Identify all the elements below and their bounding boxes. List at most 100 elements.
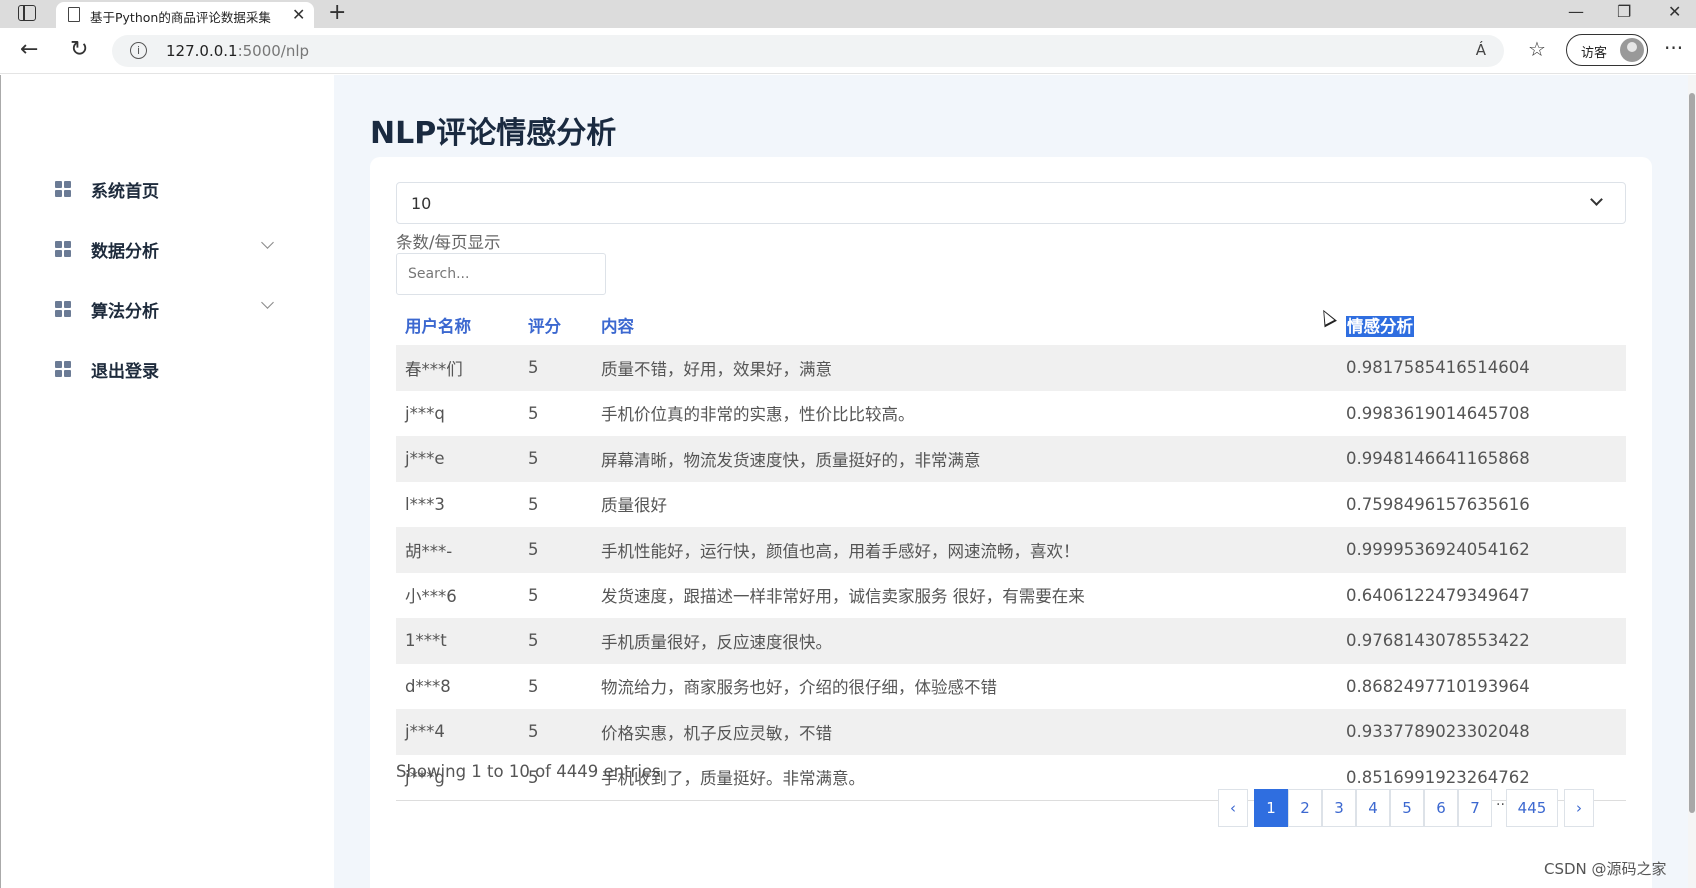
sentiment-cell: 0.9768143078553422 [1337,618,1626,664]
url-field[interactable]: i 127.0.0.1:5000/nlp Á [112,35,1504,67]
url-text: 127.0.0.1:5000/nlp [166,42,309,60]
sidebar-item-logout[interactable]: 退出登录 [55,355,285,383]
column-header-rating[interactable]: 评分 [519,305,592,345]
grid-icon [55,301,71,317]
back-icon[interactable]: ← [20,37,38,62]
content-cell: 质量不错，好用，效果好，满意 [592,345,1337,391]
content-cell: 手机质量很好，反应速度很快。 [592,618,1337,664]
content-cell: 质量很好 [601,496,667,516]
rating-cell: 5 [528,676,539,696]
username-cell: d***8 [405,676,451,696]
page-prev-button[interactable]: ‹ [1218,789,1248,827]
page-button-4[interactable]: 4 [1356,789,1390,827]
table-header-row: 用户名称 评分 内容 情感分析 [396,305,1626,345]
content-cell: 发货速度，跟描述一样非常好用，诚信卖家服务 很好，有需要在来 [601,587,1085,607]
sentiment-cell: 0.6406122479349647 [1346,585,1530,605]
username-cell: 1***t [396,618,519,664]
sentiment-cell: 0.8682497710193964 [1346,676,1530,696]
search-input[interactable] [396,253,606,295]
rating-cell: 5 [519,709,592,755]
column-header-sentiment-label: 情感分析 [1346,316,1414,337]
table-row: j***q 5 手机价位真的非常的实惠，性价比比较高。 0.9983619014645… [396,391,1626,437]
page-button-2[interactable]: 2 [1288,789,1322,827]
rating-cell: 5 [528,585,539,605]
username-cell: l***3 [405,494,445,514]
table-row: j***e 5 屏幕清晰，物流发货速度快，质量挺好的，非常满意 0.994814664… [396,436,1626,482]
page-size-label: 条数/每页显示 [396,233,501,252]
rating-cell: 5 [519,618,592,664]
sidebar-item-label: 数据分析 [91,242,159,262]
close-tab-icon[interactable]: ✕ [292,5,305,24]
table-row: j***4 5 价格实惠，机子反应灵敏，不错 0.9337789023302048 [396,709,1626,755]
chevron-down-icon [1590,193,1603,206]
table-card: 10 条数/每页显示 用户名称 评分 内容 情感分析 春***们5质量不错，好用… [370,157,1652,888]
rating-cell: 5 [519,345,592,391]
sentiment-cell: 0.9337789023302048 [1337,709,1626,755]
table-row: 1***t 5 手机质量很好，反应速度很快。 0.9768143078553422 [396,618,1626,664]
username-cell: 春***们 [396,345,519,391]
sidebar-item-data-analysis[interactable]: 数据分析 [55,235,285,263]
minimize-icon[interactable]: — [1568,2,1584,21]
app-sidebar: 系统首页 数据分析 算法分析 退出登录 [0,75,334,888]
rating-cell: 5 [519,527,592,573]
page-button-7[interactable]: 7 [1458,789,1492,827]
content-cell: 屏幕清晰，物流发货速度快，质量挺好的，非常满意 [592,436,1337,482]
new-tab-icon[interactable]: + [328,0,346,25]
reload-icon[interactable]: ↻ [70,37,88,62]
content-cell: 手机性能好，运行快，颜值也高，用着手感好，网速流畅，喜欢！ [592,527,1337,573]
column-header-username[interactable]: 用户名称 [396,305,519,345]
grid-icon [55,361,71,377]
window-close-icon[interactable]: ✕ [1668,2,1681,21]
content-cell: 价格实惠，机子反应灵敏，不错 [592,709,1337,755]
sentiment-cell: 0.9948146641165868 [1337,436,1626,482]
read-aloud-icon[interactable]: Á [1476,41,1486,59]
sentiment-cell: 0.9999536924054162 [1337,527,1626,573]
tab-title: 基于Python的商品评论数据采集 [90,10,271,25]
table-row: 小***6 5 发货速度，跟描述一样非常好用，诚信卖家服务 很好，有需要在来 0.64… [396,573,1626,619]
browser-tab[interactable]: 基于Python的商品评论数据采集 ✕ [56,2,314,28]
content-cell: 手机价位真的非常的实惠，性价比比较高。 [601,405,915,425]
restore-icon[interactable]: ❐ [1617,2,1631,21]
entries-info: Showing 1 to 10 of 4449 entries [396,762,661,781]
page-button-5[interactable]: 5 [1390,789,1424,827]
chevron-down-icon[interactable] [261,296,274,309]
page-button-1[interactable]: 1 [1254,789,1288,827]
sentiment-cell: 0.9817585416514604 [1337,345,1626,391]
column-header-content[interactable]: 内容 [592,305,1337,345]
watermark: CSDN @源码之家 [1544,860,1667,878]
avatar [1620,38,1644,62]
page-button-3[interactable]: 3 [1322,789,1356,827]
main-content: NLP评论情感分析 10 条数/每页显示 用户名称 评分 内容 情感分析 春**… [334,75,1696,888]
content-cell: 物流给力，商家服务也好，介绍的很仔细，体验感不错 [601,678,997,698]
table-row: 胡***- 5 手机性能好，运行快，颜值也高，用着手感好，网速流畅，喜欢！ 0.999… [396,527,1626,573]
page-size-select[interactable]: 10 [396,182,1626,224]
scrollbar-thumb[interactable] [1689,93,1695,813]
page-button-6[interactable]: 6 [1424,789,1458,827]
page-size-value: 10 [411,194,432,213]
column-header-sentiment[interactable]: 情感分析 [1337,305,1626,345]
page-icon [68,7,80,22]
scrollbar[interactable] [1688,75,1696,888]
profile-label: 访客 [1581,46,1608,61]
comments-table: 用户名称 评分 内容 情感分析 春***们 5 质量不错，好用，效果好，满意 0.98… [396,305,1626,801]
username-cell: 小***6 [405,587,457,607]
sidebar-item-label: 系统首页 [91,182,159,202]
page-next-button[interactable]: › [1564,789,1594,827]
profile-button[interactable]: 访客 [1566,34,1648,66]
sidebar-item-algorithm-analysis[interactable]: 算法分析 [55,295,285,323]
sidebar-toggle-icon[interactable] [18,5,36,21]
chevron-down-icon[interactable] [261,236,274,249]
rating-cell: 5 [528,403,539,423]
sidebar-item-label: 退出登录 [91,362,159,382]
favorites-icon[interactable]: ☆ [1528,37,1546,61]
sidebar-item-home[interactable]: 系统首页 [55,175,285,203]
username-cell: j***e [396,436,519,482]
table-row: l***3 5 质量很好 0.7598496157635616 [396,482,1626,528]
info-icon[interactable]: i [130,42,147,59]
page-button-last[interactable]: 445 [1506,789,1558,827]
browser-tab-bar: 基于Python的商品评论数据采集 ✕ + — ❐ ✕ [0,0,1696,28]
rating-cell: 5 [528,494,539,514]
grid-icon [55,241,71,257]
more-options-icon[interactable]: ··· [1664,36,1683,60]
username-cell: j***4 [396,709,519,755]
